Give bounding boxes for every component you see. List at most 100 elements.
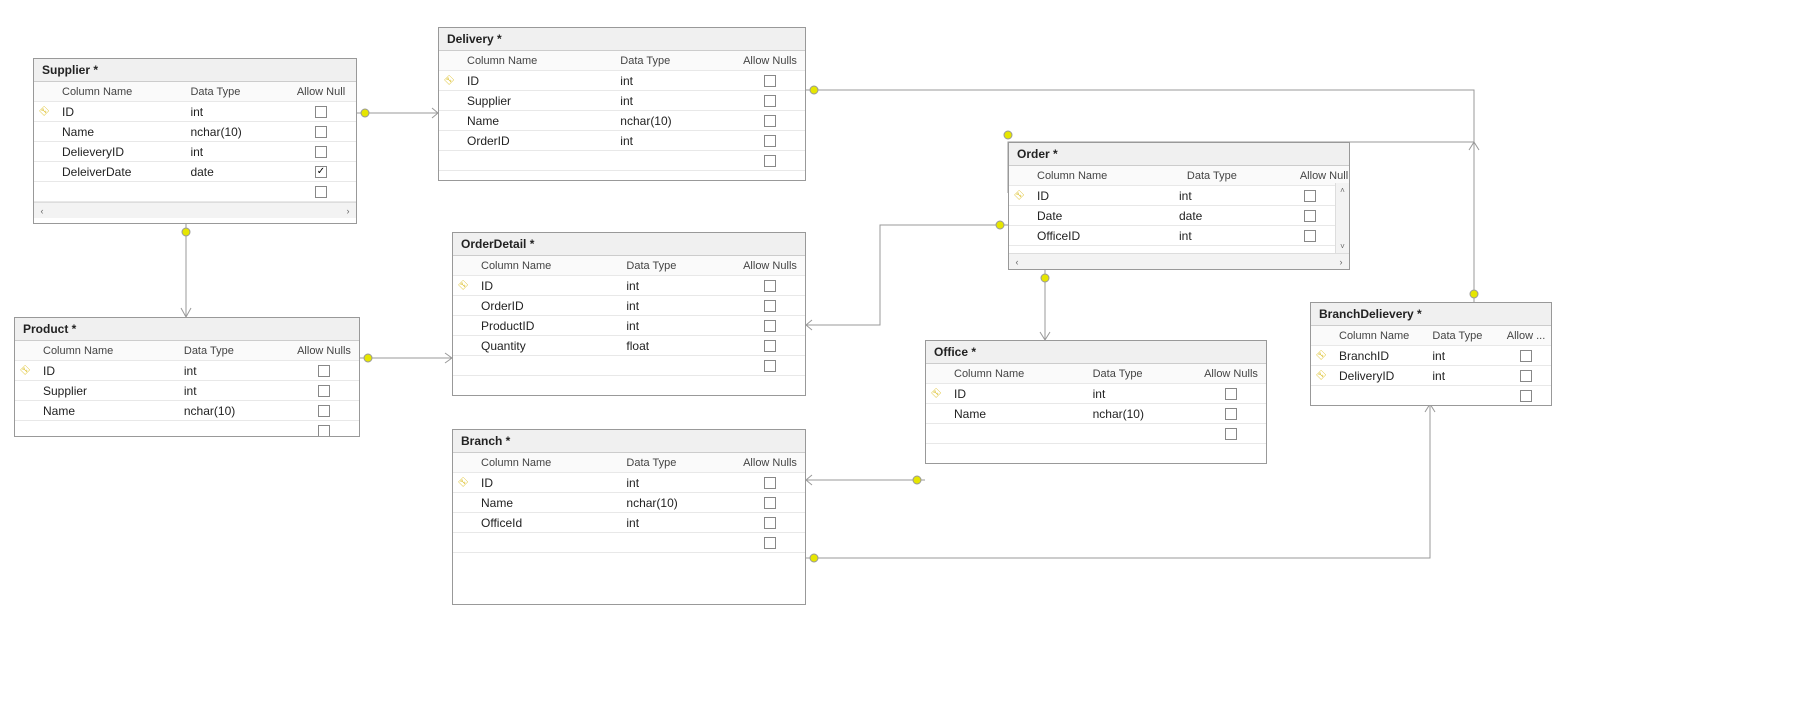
column-type[interactable]: nchar(10)	[184, 123, 286, 141]
allow-null-cell[interactable]	[289, 383, 359, 399]
scroll-down-icon[interactable]: ˅	[1336, 239, 1349, 253]
column-name[interactable]: ID	[948, 385, 1087, 403]
table-row[interactable]: ⚿IDint	[439, 71, 805, 91]
table-row-empty[interactable]	[34, 182, 356, 202]
checkbox-icon[interactable]	[315, 126, 327, 138]
column-name[interactable]: Name	[56, 123, 184, 141]
checkbox-icon[interactable]	[318, 425, 330, 437]
checkbox-icon[interactable]	[764, 340, 776, 352]
table-title[interactable]: Order *	[1009, 143, 1349, 166]
table-row-empty[interactable]	[1311, 386, 1551, 406]
table-product[interactable]: Product * Column Name Data Type Allow Nu…	[14, 317, 360, 437]
column-type[interactable]: nchar(10)	[1087, 405, 1196, 423]
checkbox-icon[interactable]	[764, 75, 776, 87]
checkbox-icon[interactable]	[764, 320, 776, 332]
column-name[interactable]: Name	[948, 405, 1087, 423]
table-row-empty[interactable]	[15, 421, 359, 437]
column-name[interactable]: ID	[475, 474, 620, 492]
checkbox-icon[interactable]	[764, 517, 776, 529]
table-row-empty[interactable]	[453, 356, 805, 376]
allow-null-cell[interactable]	[735, 113, 805, 129]
table-branchdelievery[interactable]: BranchDelievery * Column Name Data Type …	[1310, 302, 1552, 406]
allow-null-cell[interactable]	[735, 278, 805, 294]
table-orderdetail[interactable]: OrderDetail * Column Name Data Type Allo…	[452, 232, 806, 396]
column-name[interactable]: BranchID	[1333, 347, 1426, 365]
column-name[interactable]: Name	[37, 402, 178, 420]
column-type[interactable]: date	[184, 163, 286, 181]
allow-null-cell[interactable]	[286, 104, 356, 120]
table-row[interactable]: Namenchar(10)	[15, 401, 359, 421]
table-row-empty[interactable]	[453, 533, 805, 553]
column-name[interactable]: Supplier	[461, 92, 614, 110]
checkbox-icon[interactable]	[318, 385, 330, 397]
scroll-right-icon[interactable]: ›	[340, 203, 356, 218]
table-row[interactable]: ⚿BranchIDint	[1311, 346, 1551, 366]
allow-null-cell[interactable]	[1285, 228, 1335, 244]
allow-null-cell[interactable]	[286, 164, 356, 180]
allow-null-cell[interactable]	[1196, 386, 1266, 402]
checkbox-icon[interactable]	[764, 537, 776, 549]
scrollbar-horizontal[interactable]: ‹ ›	[1009, 253, 1349, 269]
table-row[interactable]: ProductIDint	[453, 316, 805, 336]
checkbox-icon[interactable]	[1225, 388, 1237, 400]
column-name[interactable]: ID	[1031, 187, 1173, 205]
table-row[interactable]: ⚿IDint	[1009, 186, 1335, 206]
column-type[interactable]: nchar(10)	[620, 494, 735, 512]
table-row[interactable]: ⚿IDint	[34, 102, 356, 122]
checkbox-icon[interactable]	[764, 135, 776, 147]
table-row[interactable]: Namenchar(10)	[453, 493, 805, 513]
checkbox-icon[interactable]	[315, 146, 327, 158]
scroll-left-icon[interactable]: ‹	[1009, 254, 1025, 269]
table-order[interactable]: Order * Column Name Data Type Allow Null…	[1008, 142, 1350, 270]
checkbox-icon[interactable]	[764, 155, 776, 167]
column-name[interactable]: OrderID	[475, 297, 620, 315]
checkbox-icon[interactable]	[1520, 390, 1532, 402]
table-row[interactable]: Supplierint	[15, 381, 359, 401]
allow-null-cell[interactable]	[1285, 208, 1335, 224]
checkbox-icon[interactable]	[1304, 230, 1316, 242]
checkbox-icon[interactable]	[318, 405, 330, 417]
table-row[interactable]: ⚿IDint	[926, 384, 1266, 404]
checkbox-icon[interactable]	[1304, 210, 1316, 222]
scrollbar-vertical[interactable]: ˄ ˅	[1335, 183, 1349, 253]
column-name[interactable]: ID	[475, 277, 620, 295]
checkbox-icon[interactable]	[1304, 190, 1316, 202]
table-row[interactable]: Namenchar(10)	[926, 404, 1266, 424]
allow-null-cell[interactable]	[735, 93, 805, 109]
allow-null-cell[interactable]	[286, 144, 356, 160]
column-type[interactable]: int	[178, 362, 289, 380]
allow-null-cell[interactable]	[735, 495, 805, 511]
table-row[interactable]: OrderIDint	[439, 131, 805, 151]
table-row[interactable]: ⚿IDint	[453, 473, 805, 493]
table-row-empty[interactable]	[926, 424, 1266, 444]
column-type[interactable]: int	[1426, 347, 1501, 365]
column-name[interactable]: ID	[37, 362, 178, 380]
checkbox-icon[interactable]	[764, 115, 776, 127]
column-type[interactable]: nchar(10)	[614, 112, 735, 130]
table-supplier[interactable]: Supplier * Column Name Data Type Allow N…	[33, 58, 357, 224]
table-title[interactable]: Branch *	[453, 430, 805, 453]
allow-null-cell[interactable]	[735, 318, 805, 334]
table-row[interactable]: ⚿IDint	[453, 276, 805, 296]
column-type[interactable]: int	[620, 474, 735, 492]
allow-null-cell[interactable]	[1501, 368, 1551, 384]
table-title[interactable]: Delivery *	[439, 28, 805, 51]
column-type[interactable]: int	[620, 277, 735, 295]
table-row[interactable]: Quantityfloat	[453, 336, 805, 356]
table-row[interactable]: OfficeIDint	[1009, 226, 1335, 246]
allow-null-cell[interactable]	[735, 338, 805, 354]
table-row[interactable]: ⚿IDint	[15, 361, 359, 381]
table-title[interactable]: Supplier *	[34, 59, 356, 82]
checkbox-icon[interactable]	[764, 280, 776, 292]
table-row[interactable]: Supplierint	[439, 91, 805, 111]
allow-null-cell[interactable]	[735, 475, 805, 491]
column-type[interactable]: nchar(10)	[178, 402, 289, 420]
allow-null-cell[interactable]	[735, 298, 805, 314]
checkbox-icon[interactable]	[315, 186, 327, 198]
allow-null-cell[interactable]	[735, 515, 805, 531]
allow-null-cell[interactable]	[735, 73, 805, 89]
table-row-empty[interactable]	[439, 151, 805, 171]
column-name[interactable]: DelieveryID	[56, 143, 184, 161]
table-office[interactable]: Office * Column Name Data Type Allow Nul…	[925, 340, 1267, 464]
allow-null-cell[interactable]	[1501, 348, 1551, 364]
